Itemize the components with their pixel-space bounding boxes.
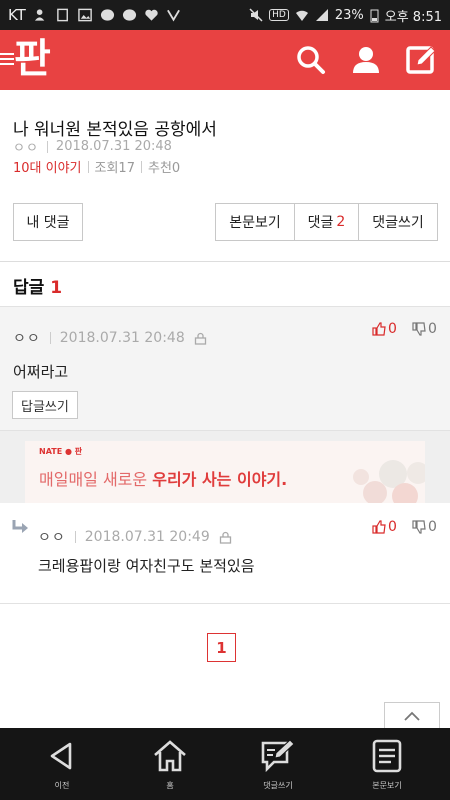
heart-icon [145,9,158,21]
divider [140,160,142,173]
nav-view-post-label: 본문보기 [372,781,402,790]
message-icon [57,8,68,22]
nav-home-label: 홈 [166,781,174,790]
post-meta-author: ㅇㅇ 2018.07.31 20:48 [13,137,172,156]
pearls-image [353,460,425,503]
nav-write-comment-label: 댓글쓰기 [263,781,293,790]
carrier-label: KT [8,6,26,24]
nav-back-label: 이전 [54,781,70,790]
comment-meta: ㅇㅇ 2018.07.31 20:49 [38,527,232,547]
messenger-icon [100,9,114,21]
nav-view-post[interactable]: 본문보기 [342,728,432,800]
thumbs-up-icon [372,520,386,534]
nav-write-comment[interactable]: 댓글쓰기 [233,728,323,800]
back-icon [50,742,72,770]
comments-button[interactable]: 댓글 2 [294,203,359,241]
pann-logo[interactable]: 판 [14,35,51,83]
thumbs-down-icon [412,322,426,336]
my-comments-label: 내 댓글 [26,215,70,231]
status-right: HD 23% 오후 8:51 [249,6,442,25]
comment-text: 어쩌라고 [13,363,69,381]
scroll-top-button[interactable] [384,702,440,728]
document-icon [372,739,402,773]
replies-heading: 답글 1 [13,273,62,298]
image-icon [78,8,92,22]
post-author: ㅇㅇ [13,141,39,156]
upvote-count: 0 [388,519,397,535]
comment-meta: ㅇㅇ 2018.07.31 20:48 [13,328,207,348]
comment-write-icon [261,739,295,773]
downvote-count: 0 [428,519,437,535]
nav-home[interactable]: 홈 [125,728,215,800]
write-comment-label: 댓글쓰기 [372,215,424,231]
comment-date: 2018.07.31 20:49 [84,529,210,545]
view-post-button[interactable]: 본문보기 [215,203,295,241]
thumbs-down-icon [412,520,426,534]
ad-text-normal: 매일매일 새로운 [39,470,148,489]
person-add-icon [34,9,45,21]
post-views: 조회17 [94,161,135,176]
comment: ㅇㅇ 2018.07.31 20:48 0 0 어쩌라고 답글쓰기 [0,306,450,431]
app-icon [166,9,180,22]
my-comments-button[interactable]: 내 댓글 [13,203,83,241]
mute-icon [249,8,263,22]
replies-label: 답글 [13,278,45,298]
comment-author: ㅇㅇ [13,331,41,347]
reply-arrow-icon [12,520,28,533]
search-icon[interactable] [294,43,328,77]
post-category[interactable]: 10대 이야기 [13,157,82,176]
ad-brand: NATE ● 판 [39,447,83,456]
divider [46,140,48,153]
wifi-icon [295,10,308,21]
reply-comment: ㅇㅇ 2018.07.31 20:49 0 0 크레용팝이랑 여자친구도 본적있… [0,503,450,604]
home-icon [154,740,186,772]
upvote-button[interactable]: 0 [372,321,397,337]
nav-back[interactable]: 이전 [17,728,107,800]
replies-count: 1 [50,278,63,298]
divider [87,160,89,173]
thumbs-up-icon [372,322,386,336]
signal-icon [315,9,328,21]
section-divider [0,261,450,262]
upvote-count: 0 [388,321,397,337]
chevron-up-icon [404,711,420,721]
write-icon[interactable] [404,43,438,77]
ad-text: 매일매일 새로운 우리가 사는 이야기. [39,466,287,490]
ad-text-bold: 우리가 사는 이야기. [152,470,288,489]
comment-text: 크레용팝이랑 여자친구도 본적있음 [38,557,255,575]
post-date: 2018.07.31 20:48 [55,139,172,154]
divider [49,332,51,344]
write-reply-button[interactable]: 답글쓰기 [12,391,78,419]
status-bar: KT HD 23% 오후 8:51 [0,0,450,30]
downvote-button[interactable]: 0 [412,321,437,337]
upvote-button[interactable]: 0 [372,519,397,535]
notification-icons [34,8,181,22]
comment-date: 2018.07.31 20:48 [59,330,185,346]
post-meta-stats: 10대 이야기 조회17 추천0 [13,157,180,176]
page-number-current[interactable]: 1 [207,633,236,662]
clock: 오후 8:51 [384,9,442,25]
ad-area: NATE ● 판 매일매일 새로운 우리가 사는 이야기. [0,431,450,503]
divider [74,531,76,543]
post-recommends: 추천0 [147,161,181,176]
bottom-nav: 이전 홈 댓글쓰기 본문보기 [0,728,450,800]
hd-badge: HD [269,9,289,21]
lock-icon [219,531,231,544]
battery-icon [370,9,379,22]
ad-banner[interactable]: NATE ● 판 매일매일 새로운 우리가 사는 이야기. [25,441,425,503]
comment-author: ㅇㅇ [38,530,66,546]
view-post-label: 본문보기 [229,215,281,231]
app-header: 판 [0,30,450,90]
write-comment-button[interactable]: 댓글쓰기 [358,203,438,241]
downvote-count: 0 [428,321,437,337]
messenger-icon-2 [122,9,136,21]
user-icon[interactable] [349,43,383,77]
downvote-button[interactable]: 0 [412,519,437,535]
battery-percent: 23% [334,7,364,23]
comments-label: 댓글 [307,215,334,231]
lock-icon [194,332,206,345]
comments-count: 2 [336,214,346,230]
